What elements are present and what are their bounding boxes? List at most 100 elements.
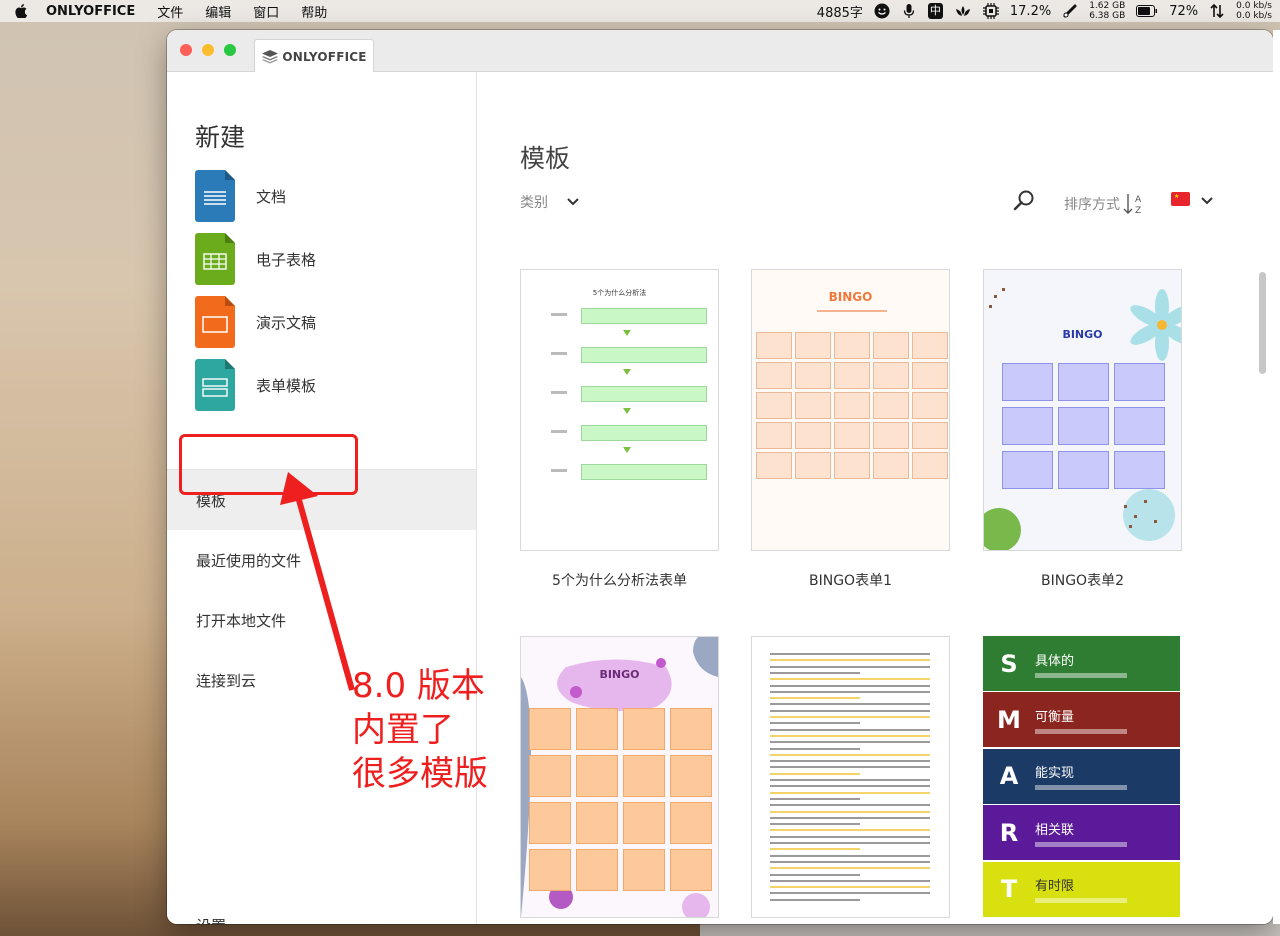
- bingo-grid: [529, 708, 712, 891]
- menu-window[interactable]: 窗口: [253, 2, 279, 21]
- app-tab-label: ONLYOFFICE: [282, 49, 367, 64]
- why-label-mark: [551, 352, 567, 355]
- text-line: [770, 722, 860, 725]
- bingo-cell: [1058, 363, 1109, 401]
- spreadsheet-icon: [195, 233, 235, 285]
- bingo-cell: [623, 849, 665, 891]
- nav-open-local-file-label: 打开本地文件: [196, 611, 287, 630]
- input-method-indicator[interactable]: 中: [927, 3, 943, 19]
- menu-edit[interactable]: 编辑: [205, 2, 231, 21]
- new-presentation-item[interactable]: 演示文稿: [195, 296, 316, 348]
- form-template-icon: [195, 359, 235, 411]
- scrollbar-thumb[interactable]: [1259, 272, 1266, 374]
- nav-recent-files[interactable]: 最近使用的文件: [167, 530, 476, 590]
- why-arrow-icon: [623, 369, 631, 375]
- settings-button[interactable]: 设置: [196, 915, 226, 924]
- menu-file[interactable]: 文件: [157, 2, 183, 21]
- template-label: 5个为什么分析法表单: [552, 573, 687, 589]
- template-thumbnail[interactable]: 5个为什么分析法: [520, 269, 719, 551]
- text-line: [770, 879, 930, 882]
- why-answer-box: [581, 425, 707, 441]
- new-presentation-label: 演示文稿: [256, 313, 317, 332]
- smart-letter: A: [999, 762, 1019, 791]
- app-tab[interactable]: ONLYOFFICE: [254, 39, 374, 73]
- new-document-label: 文档: [256, 187, 287, 206]
- text-line: [770, 823, 860, 826]
- thumbnail-title: 5个为什么分析法: [592, 289, 647, 297]
- category-label: 类别: [520, 195, 548, 211]
- text-line: [770, 747, 860, 750]
- lotus-icon[interactable]: [954, 3, 972, 19]
- template-label: BINGO表单1: [809, 573, 892, 589]
- language-chevron-down-icon[interactable]: [1200, 196, 1214, 206]
- close-window-button[interactable]: [180, 44, 192, 56]
- bingo-cell: [795, 332, 831, 359]
- bingo-cell: [834, 362, 870, 389]
- memory-icon[interactable]: [1062, 3, 1078, 19]
- new-spreadsheet-item[interactable]: 电子表格: [195, 233, 316, 285]
- templates-panel: 模板 类别 排序方式 AZ ★ 5个为什么分析法 5个为什么分析法表单 BING…: [477, 72, 1273, 924]
- bingo-cell: [670, 802, 712, 844]
- new-document-item[interactable]: 文档: [195, 170, 286, 222]
- text-line: [770, 772, 860, 775]
- minimize-window-button[interactable]: [202, 44, 214, 56]
- new-form-template-item[interactable]: 表单模板: [195, 359, 316, 411]
- text-line: [770, 760, 930, 763]
- word-count[interactable]: 4885字: [817, 2, 863, 21]
- smart-row: M 可衡量: [983, 692, 1180, 748]
- smiley-icon[interactable]: [874, 3, 890, 19]
- menu-app-name[interactable]: ONLYOFFICE: [46, 4, 135, 19]
- network-down: 0.0 kb/s: [1236, 11, 1272, 21]
- template-thumbnail[interactable]: BINGO: [520, 636, 719, 918]
- bingo-cell: [576, 849, 618, 891]
- thumbnail-title: BINGO: [828, 290, 873, 304]
- search-icon[interactable]: [1013, 189, 1035, 211]
- zoom-window-button[interactable]: [224, 44, 236, 56]
- cpu-icon[interactable]: [982, 3, 999, 19]
- template-thumbnail[interactable]: BINGO: [983, 269, 1182, 551]
- text-line: [770, 785, 930, 788]
- bingo-cell: [529, 755, 571, 797]
- sort-button[interactable]: 排序方式 AZ: [1064, 192, 1145, 216]
- smart-row: A 能实现: [983, 748, 1180, 804]
- menu-help[interactable]: 帮助: [301, 2, 327, 21]
- template-thumbnail[interactable]: BINGO: [751, 269, 950, 551]
- apple-icon[interactable]: [12, 4, 30, 18]
- text-line: [770, 816, 930, 819]
- text-line: [770, 659, 930, 662]
- sort-label: 排序方式: [1064, 197, 1120, 213]
- new-form-template-label: 表单模板: [256, 376, 317, 395]
- template-thumbnail[interactable]: [751, 636, 950, 918]
- presentation-icon: [195, 296, 235, 348]
- bingo-cell: [795, 422, 831, 449]
- text-line: [770, 892, 930, 895]
- menu-bar: ONLYOFFICE 文件 编辑 窗口 帮助 4885字 中 17.2% 1.6…: [0, 0, 1280, 22]
- network-arrows-icon[interactable]: [1209, 3, 1225, 19]
- microphone-icon[interactable]: [901, 3, 917, 19]
- bingo-cell: [756, 392, 792, 419]
- text-line: [770, 684, 930, 687]
- text-line: [770, 653, 930, 655]
- template-thumbnail[interactable]: S 具体的 M 可衡量 A 能实现 R 相关联 T 有时限: [983, 636, 1182, 918]
- bingo-cell: [529, 802, 571, 844]
- language-flag-icon[interactable]: ★: [1171, 192, 1190, 206]
- memory-readout: 1.62 GB 6.38 GB: [1089, 1, 1125, 21]
- category-dropdown[interactable]: 类别: [520, 192, 580, 212]
- battery-percent: 72%: [1169, 3, 1199, 19]
- battery-icon[interactable]: [1136, 3, 1158, 19]
- bingo-cell: [1114, 407, 1165, 445]
- bingo-cell: [670, 708, 712, 750]
- why-arrow-icon: [623, 447, 631, 453]
- why-answer-box: [581, 386, 707, 402]
- text-line: [770, 873, 860, 876]
- bingo-cell: [756, 332, 792, 359]
- new-spreadsheet-label: 电子表格: [256, 250, 317, 269]
- text-line: [770, 665, 930, 668]
- bingo-cell: [834, 332, 870, 359]
- bingo-cell: [670, 755, 712, 797]
- text-line: [770, 741, 930, 744]
- bingo-cell: [834, 452, 870, 479]
- nav-open-local-file[interactable]: 打开本地文件: [167, 590, 476, 650]
- bingo-cell: [795, 392, 831, 419]
- background-window-peek: [1273, 30, 1280, 924]
